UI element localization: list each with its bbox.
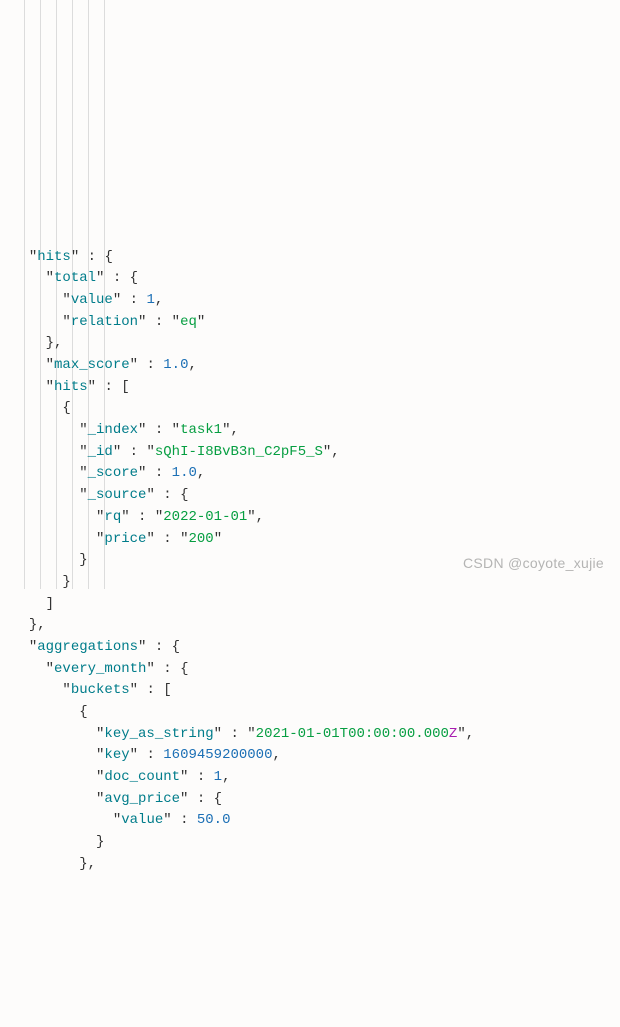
json-code-block: "hits" : { "total" : { "value" : 1, "rel… xyxy=(12,247,608,876)
value-index: task1 xyxy=(180,422,222,438)
value-total: 1 xyxy=(146,292,154,308)
value-key-as-string-z: Z xyxy=(449,726,457,742)
value-key-as-string: 2021-01-01T00:00:00.000 xyxy=(256,726,449,742)
value-key: 1609459200000 xyxy=(163,747,272,763)
key-hits-array: hits xyxy=(54,379,88,395)
key-every-month: every_month xyxy=(54,661,146,677)
key-relation: relation xyxy=(71,314,138,330)
key-score: _score xyxy=(88,465,138,481)
value-max-score: 1.0 xyxy=(163,357,188,373)
key-aggregations: aggregations xyxy=(37,639,138,655)
value-avg-price: 50.0 xyxy=(197,812,231,828)
value-rq: 2022-01-01 xyxy=(163,509,247,525)
key-hits: hits xyxy=(37,249,71,265)
value-score: 1.0 xyxy=(172,465,197,481)
key-avg-price-value: value xyxy=(121,812,163,828)
value-relation: eq xyxy=(180,314,197,330)
key-max-score: max_score xyxy=(54,357,130,373)
value-doc-count: 1 xyxy=(214,769,222,785)
value-id: sQhI-I8BvB3n_C2pF5_S xyxy=(155,444,323,460)
key-price: price xyxy=(104,531,146,547)
key-doc-count: doc_count xyxy=(104,769,180,785)
key-rq: rq xyxy=(104,509,121,525)
key-source: _source xyxy=(88,487,147,503)
value-price: 200 xyxy=(188,531,213,547)
key-total: total xyxy=(54,270,96,286)
key-buckets: buckets xyxy=(71,682,130,698)
key-id: _id xyxy=(88,444,113,460)
key-key-as-string: key_as_string xyxy=(104,726,213,742)
key-value: value xyxy=(71,292,113,308)
key-key: key xyxy=(104,747,129,763)
key-avg-price: avg_price xyxy=(104,791,180,807)
key-index: _index xyxy=(88,422,138,438)
